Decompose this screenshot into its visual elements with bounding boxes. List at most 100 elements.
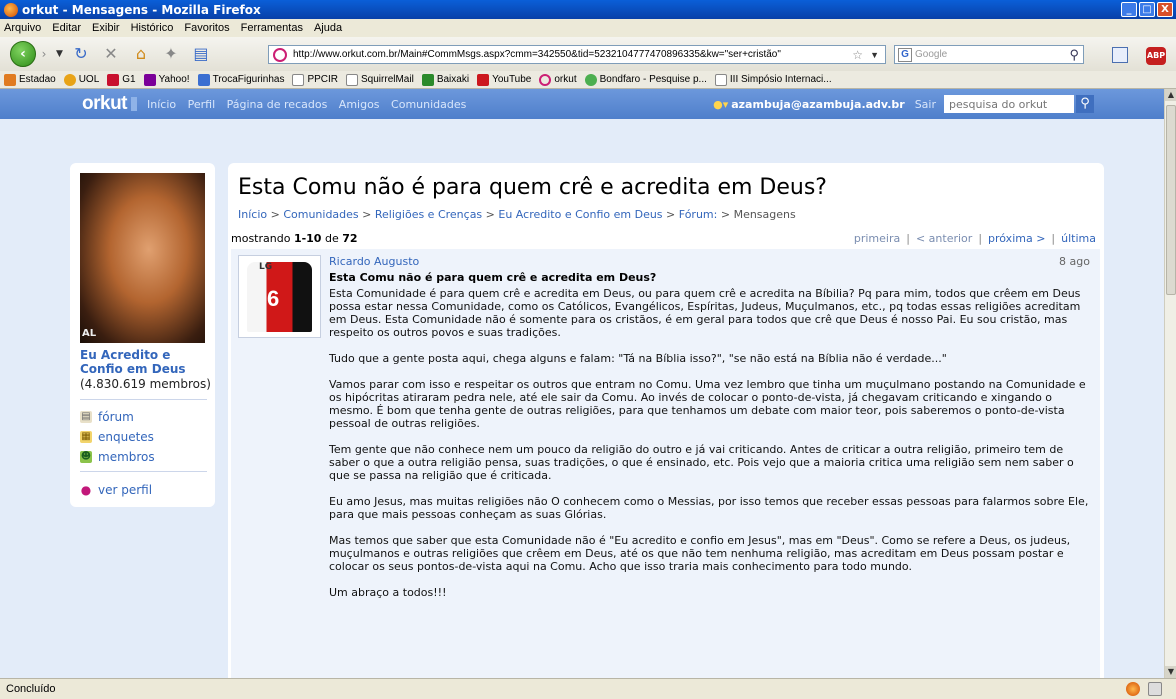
bookmark-simposio[interactable]: III Simpósio Internaci... [714, 73, 832, 86]
community-sidebar: AL Eu Acredito e Confio em Deus (4.830.6… [70, 163, 215, 507]
maximize-button[interactable]: □ [1139, 2, 1155, 17]
sidebar-link-forum[interactable]: ▤ fórum [80, 410, 134, 424]
adblock-icon[interactable]: ABP [1146, 47, 1166, 65]
message-subject: Esta Comu não é para quem crê e acredita… [329, 271, 657, 284]
stop-icon[interactable]: ✕ [101, 44, 121, 64]
bookmark-orkut[interactable]: orkut [539, 73, 577, 86]
page-icon [292, 73, 305, 86]
bookmark-uol[interactable]: UOL [63, 73, 99, 86]
nav-amigos[interactable]: Amigos [339, 98, 380, 111]
breadcrumb-comunidades[interactable]: Comunidades [283, 208, 358, 221]
breadcrumb-forum[interactable]: Fórum: [679, 208, 718, 221]
logout-link[interactable]: Sair [915, 98, 936, 111]
members-icon: ☻ [80, 451, 92, 463]
yahoo-icon [143, 73, 156, 86]
sidebar-divider [80, 471, 207, 472]
bookmark-ppcir[interactable]: PPCIR [292, 73, 338, 86]
vertical-scrollbar[interactable]: ▲ ▼ [1164, 89, 1176, 678]
breadcrumb-inicio[interactable]: Início [238, 208, 267, 221]
nav-perfil[interactable]: Perfil [188, 98, 216, 111]
user-area: ●▾ azambuja@azambuja.adv.br Sair [713, 95, 1074, 113]
bookmark-g1[interactable]: G1 [107, 73, 136, 86]
bookmark-youtube[interactable]: YouTube [477, 73, 531, 86]
search-engine-box[interactable]: G Google ⚲ [894, 45, 1084, 64]
addon-icon[interactable] [1126, 682, 1140, 696]
status-text: Concluído [6, 683, 56, 695]
estadao-icon [4, 73, 16, 86]
breadcrumb-category[interactable]: Religiões e Crenças [375, 208, 482, 221]
trocafigurinhas-icon [197, 73, 210, 86]
community-name[interactable]: Eu Acredito e Confio em Deus [80, 348, 210, 376]
profile-icon: ● [80, 483, 92, 497]
pager-prev: < anterior [915, 232, 973, 245]
scroll-down-icon[interactable]: ▼ [1165, 666, 1176, 678]
showing-total: 72 [342, 232, 358, 245]
pager-first: primeira [853, 232, 901, 245]
menu-arquivo[interactable]: Arquivo [4, 22, 41, 34]
scroll-thumb[interactable] [1166, 105, 1176, 295]
bondfaro-icon [584, 73, 597, 86]
orkut-search-input[interactable] [944, 95, 1074, 113]
bookmark-squirrelmail[interactable]: SquirrelMail [346, 73, 414, 86]
pager-next[interactable]: próxima > [988, 232, 1045, 245]
community-member-count: (4.830.619 membros) [80, 377, 211, 391]
bookmark-trocafigurinhas[interactable]: TrocaFigurinhas [197, 73, 284, 86]
url-text[interactable]: http://www.orkut.com.br/Main#CommMsgs.as… [293, 49, 781, 60]
pager-last[interactable]: última [1061, 232, 1096, 245]
home-icon[interactable]: ⌂ [131, 44, 151, 64]
menu-favoritos[interactable]: Favoritos [184, 22, 229, 34]
search-icon[interactable]: ⚲ [1069, 47, 1079, 63]
community-image[interactable]: AL [80, 173, 205, 343]
bookmark-baixaki[interactable]: Baixaki [421, 73, 469, 86]
sidebar-link-ver-perfil[interactable]: ● ver perfil [80, 483, 152, 497]
minimize-button[interactable]: _ [1121, 2, 1137, 17]
history-dropdown-icon[interactable]: ▼ [56, 49, 63, 59]
breadcrumb-current: Mensagens [733, 208, 796, 221]
bookmark-estadao[interactable]: Estadao [4, 73, 56, 86]
google-icon[interactable]: G [898, 47, 912, 62]
reload-icon[interactable]: ↻ [71, 44, 91, 64]
nav-inicio[interactable]: Início [147, 98, 176, 111]
sidebar-link-enquetes[interactable]: ▦ enquetes [80, 430, 154, 444]
scroll-up-icon[interactable]: ▲ [1165, 89, 1176, 101]
breadcrumb-community[interactable]: Eu Acredito e Confio em Deus [498, 208, 662, 221]
menu-ferramentas[interactable]: Ferramentas [241, 22, 303, 34]
menu-exibir[interactable]: Exibir [92, 22, 120, 34]
extension-icon[interactable]: ✦ [161, 44, 181, 64]
menu-editar[interactable]: Editar [52, 22, 81, 34]
menubar: Arquivo Editar Exibir Histórico Favorito… [0, 19, 1176, 37]
address-bar[interactable]: http://www.orkut.com.br/Main#CommMsgs.as… [268, 45, 886, 64]
window-controls: _ □ X [1121, 2, 1173, 17]
author-avatar[interactable]: LG 6 [238, 255, 321, 338]
nav-recados[interactable]: Página de recados [227, 98, 328, 111]
site-favicon [273, 47, 287, 62]
bookmark-yahoo[interactable]: Yahoo! [143, 73, 190, 86]
orkut-logo[interactable]: orkut [82, 93, 128, 115]
back-button[interactable]: ‹ [10, 41, 36, 67]
url-dropdown-icon[interactable]: ▼ [870, 50, 879, 60]
user-email[interactable]: azambuja@azambuja.adv.br [731, 98, 904, 111]
page-viewport: orkut Início Perfil Página de recados Am… [0, 89, 1164, 678]
sidebar-link-membros[interactable]: ☻ membros [80, 450, 155, 464]
forward-button[interactable]: › [34, 44, 54, 64]
nav-comunidades[interactable]: Comunidades [391, 98, 466, 111]
menu-ajuda[interactable]: Ajuda [314, 22, 342, 34]
orkut-nav: Início Perfil Página de recados Amigos C… [147, 98, 474, 111]
bookmark-bondfaro[interactable]: Bondfaro - Pesquise p... [584, 73, 707, 86]
forum-icon: ▤ [80, 411, 92, 423]
security-icon[interactable]: ●▾ [713, 98, 728, 111]
tabs-icon[interactable] [1112, 47, 1128, 63]
bookmark-star-icon[interactable]: ☆ [852, 48, 863, 62]
pagination: primeira | < anterior | próxima > | última [853, 232, 1096, 245]
message-paragraph: Vamos parar com isso e respeitar os outr… [329, 378, 1086, 430]
message-paragraph: Esta Comunidade é para quem crê e acredi… [329, 287, 1081, 339]
menu-historico[interactable]: Histórico [131, 22, 174, 34]
message-author[interactable]: Ricardo Augusto [329, 255, 419, 268]
jersey-image [247, 262, 312, 332]
orkut-search-button[interactable]: ⚲ [1076, 95, 1094, 113]
page-icon [714, 73, 727, 86]
close-button[interactable]: X [1157, 2, 1173, 17]
sidebar-divider [80, 399, 207, 400]
print-icon[interactable]: ▤ [191, 44, 211, 64]
status-page-icon[interactable] [1148, 682, 1162, 696]
